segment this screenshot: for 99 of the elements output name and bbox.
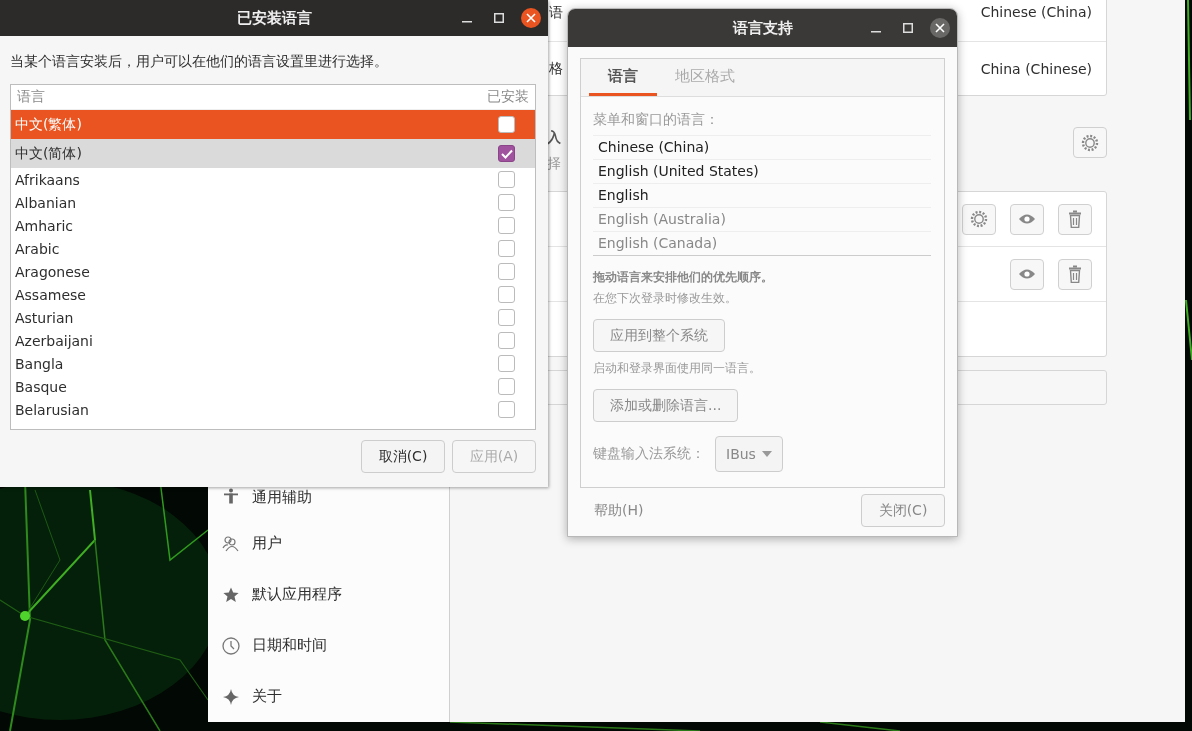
list-row[interactable]: Albanian xyxy=(11,191,535,214)
column-header: 已安装 xyxy=(487,88,529,106)
checkbox[interactable] xyxy=(498,378,515,395)
list-row[interactable]: Assamese xyxy=(11,283,535,306)
language-name: Bangla xyxy=(15,355,64,372)
close-button[interactable] xyxy=(930,18,950,38)
delete-button[interactable] xyxy=(1058,258,1092,290)
users-icon xyxy=(222,535,240,552)
section-hint: 择 xyxy=(547,155,561,173)
checkbox[interactable] xyxy=(498,401,515,418)
sidebar-item[interactable]: 用户 xyxy=(208,518,449,569)
sidebar-label: 关于 xyxy=(252,687,282,706)
star-icon xyxy=(222,586,240,603)
sidebar-label: 默认应用程序 xyxy=(252,585,342,604)
language-name: Basque xyxy=(15,378,67,395)
checkbox[interactable] xyxy=(498,116,515,133)
dialog-button[interactable]: 取消(C) xyxy=(361,440,445,473)
apply-note: 启动和登录界面使用同一语言。 xyxy=(593,360,761,377)
drag-hint: 拖动语言来安排他们的优先顺序。 xyxy=(593,269,773,286)
sidebar-label: 用户 xyxy=(252,534,282,553)
gear-icon xyxy=(970,210,988,228)
login-note: 在您下次登录时修改生效。 xyxy=(593,290,737,307)
preview-button[interactable] xyxy=(1010,258,1044,290)
caret-icon xyxy=(761,451,772,457)
row-value: Chinese (China) xyxy=(980,4,1092,20)
language-name: Belarusian xyxy=(15,401,89,418)
language-name: Arabic xyxy=(15,240,60,257)
close-button[interactable] xyxy=(521,8,541,28)
close-icon xyxy=(526,13,536,23)
sidebar-item[interactable]: 关于 xyxy=(208,671,449,722)
language-name: Asturian xyxy=(15,309,74,326)
window-title: 语言支持 xyxy=(732,18,793,38)
list-row[interactable]: 中文(简体) xyxy=(11,139,535,168)
language-item[interactable]: Chinese (China) xyxy=(593,136,931,160)
section-heading: 入 xyxy=(547,129,561,147)
language-name: Azerbaijani xyxy=(15,332,93,349)
sidebar-item[interactable]: 日期和时间 xyxy=(208,620,449,671)
language-item[interactable]: English (United States) xyxy=(593,160,931,184)
description-text: 当某个语言安装后，用户可以在他们的语言设置里进行选择。 xyxy=(10,52,389,71)
row-label: 语 xyxy=(549,4,563,22)
gear-icon xyxy=(1081,133,1099,152)
trash-icon xyxy=(1068,210,1082,228)
language-name: Albanian xyxy=(15,194,77,211)
window-title: 已安装语言 xyxy=(236,8,312,28)
eye-icon xyxy=(1018,213,1036,225)
person-icon xyxy=(222,488,240,504)
row-value: China (Chinese) xyxy=(980,60,1092,77)
checkbox[interactable] xyxy=(498,171,515,188)
language-item[interactable]: English xyxy=(593,184,931,208)
list-row[interactable]: Afrikaans xyxy=(11,168,535,191)
trash-icon xyxy=(1068,265,1082,283)
sidebar-label: 通用辅助 xyxy=(252,488,312,507)
list-row[interactable]: Arabic xyxy=(11,237,535,260)
list-row[interactable]: Bangla xyxy=(11,352,535,375)
clock-icon xyxy=(222,636,240,655)
list-row[interactable]: Asturian xyxy=(11,306,535,329)
delete-button[interactable] xyxy=(1058,203,1092,235)
checkbox[interactable] xyxy=(498,217,515,234)
sidebar-item[interactable]: 默认应用程序 xyxy=(208,569,449,620)
settings-button[interactable] xyxy=(1073,127,1107,158)
settings-button[interactable] xyxy=(962,203,996,235)
list-row[interactable]: 中文(繁体) xyxy=(11,110,535,139)
sidebar-item[interactable]: 通用辅助 xyxy=(208,488,449,518)
language-item[interactable]: English (Australia) xyxy=(593,208,931,232)
tab[interactable]: 语言 xyxy=(589,59,657,96)
maximize-icon xyxy=(903,23,913,33)
list-row[interactable]: Basque xyxy=(11,375,535,398)
minimize-icon xyxy=(871,31,881,33)
help-button[interactable]: 帮助(H) xyxy=(584,494,654,527)
checkbox[interactable] xyxy=(498,355,515,372)
language-name: 中文(简体) xyxy=(15,144,82,163)
language-name: 中文(繁体) xyxy=(15,115,82,134)
checkbox[interactable] xyxy=(498,240,515,257)
close-icon xyxy=(935,23,945,33)
sparkle-icon xyxy=(222,688,240,705)
language-item[interactable]: English (Canada) xyxy=(593,232,931,255)
checkbox[interactable] xyxy=(498,194,515,211)
language-name: Assamese xyxy=(15,286,86,303)
list-row[interactable]: Amharic xyxy=(11,214,535,237)
column-header: 语言 xyxy=(17,88,45,106)
list-row[interactable]: Aragonese xyxy=(11,260,535,283)
checkbox[interactable] xyxy=(498,286,515,303)
sidebar-label: 日期和时间 xyxy=(252,636,327,655)
eye-icon xyxy=(1018,268,1036,280)
row-label: 格 xyxy=(549,59,563,78)
list-row[interactable]: Azerbaijani xyxy=(11,329,535,352)
checkbox[interactable] xyxy=(498,309,515,326)
checkbox[interactable] xyxy=(498,145,515,162)
language-name: Aragonese xyxy=(15,263,90,280)
language-name: Amharic xyxy=(15,217,73,234)
checkbox[interactable] xyxy=(498,332,515,349)
input-method-label: 键盘输入法系统： xyxy=(593,445,705,463)
minimize-icon xyxy=(462,21,472,23)
list-label: 菜单和窗口的语言： xyxy=(593,111,719,129)
language-name: Afrikaans xyxy=(15,171,80,188)
checkbox[interactable] xyxy=(498,263,515,280)
list-row[interactable]: Belarusian xyxy=(11,398,535,421)
preview-button[interactable] xyxy=(1010,203,1044,235)
maximize-icon xyxy=(494,13,504,23)
